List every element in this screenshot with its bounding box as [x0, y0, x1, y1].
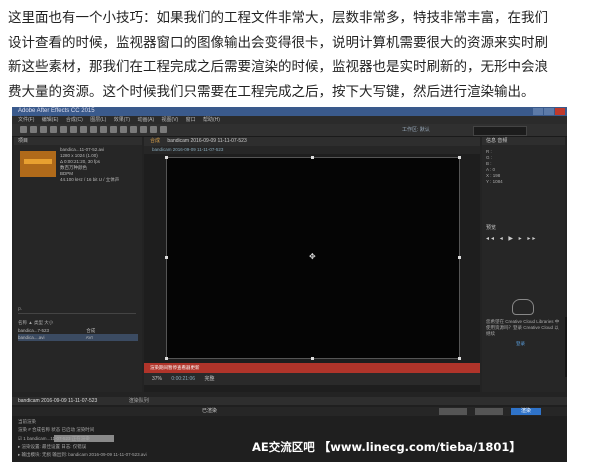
preview-label: 预览	[486, 225, 497, 231]
help-search-input[interactable]	[473, 126, 527, 136]
info-line: Y : 1084	[486, 179, 503, 184]
render-status-bar: 已渲染 渲染	[12, 407, 567, 416]
project-row-type: 合成	[86, 328, 96, 333]
render-status-label: 已渲染	[202, 408, 218, 414]
pause-button[interactable]	[475, 408, 503, 415]
layer-handle[interactable]	[165, 357, 168, 360]
render-row: 渲染 # 合成名称 状态 已启动 渲染时间	[18, 427, 95, 432]
stop-button[interactable]	[439, 408, 467, 415]
watermark: AE交流区吧 【www.linecg.com/tieba/1801】	[252, 440, 521, 454]
window-title: Adobe After Effects CC 2015	[18, 108, 95, 114]
menu-composition[interactable]: 合成(C)	[66, 117, 83, 123]
ae-screenshot: Adobe After Effects CC 2015 文件(F) 编辑(E) …	[12, 107, 567, 462]
info-audio-tabs[interactable]: 信息 音频	[482, 137, 565, 145]
composition-tab-label: 合成	[150, 138, 161, 144]
project-tab[interactable]: 项目	[14, 137, 142, 145]
window-titlebar: Adobe After Effects CC 2015	[12, 107, 567, 116]
project-row-name: bandica....avi	[18, 335, 45, 340]
composition-viewer[interactable]: ✥	[165, 156, 461, 360]
clone-tool-icon[interactable]	[130, 126, 137, 133]
article-line: 费大量的资源。这个时候我们只需要在工程完成之后，按下大写键，然后进行渲染输出。	[8, 83, 535, 100]
menu-window[interactable]: 窗口	[186, 117, 196, 123]
menu-file[interactable]: 文件(F)	[18, 117, 34, 123]
composition-panel: 合成 bandicam 2016-09-09 11-11-07-523 band…	[144, 137, 480, 392]
cc-login-link[interactable]: 登录	[516, 341, 525, 347]
menu-bar: 文件(F) 编辑(E) 合成(C) 图层(L) 效果(T) 动画(A) 视图(V…	[12, 116, 567, 124]
hand-tool-icon[interactable]	[40, 126, 47, 133]
composition-tab-name: bandicam 2016-09-09 11-11-07-523	[167, 138, 247, 144]
composition-breadcrumb: bandicam 2016-09-09 11-11-07-523	[144, 146, 480, 154]
timeline-tabs: bandicam 2016-09-09 11-11-07-523 渲染队列	[12, 397, 567, 405]
render-button[interactable]: 渲染	[511, 408, 541, 415]
render-row[interactable]: ▸ 输出模块: 无损 输出到: bandicam 2016-09-09 11-1…	[18, 451, 147, 458]
project-row[interactable]: bandica...7-523 合成	[18, 327, 138, 334]
close-icon[interactable]	[555, 108, 565, 115]
info-readout: R : G : B : A : 0 X : 198 Y : 1084	[486, 149, 503, 185]
panel-scrollbar[interactable]	[565, 317, 567, 377]
tab-composition[interactable]: bandicam 2016-09-09 11-11-07-523	[18, 398, 97, 404]
article-line: 新这些素材，那我们在工程完成之后需要渲染的时候，监视器也是实时刷新的，无形中会浪	[8, 59, 548, 75]
tools-toolbar: 工作区: 默认	[12, 124, 567, 137]
layer-handle[interactable]	[311, 357, 314, 360]
composition-tab[interactable]: 合成 bandicam 2016-09-09 11-11-07-523	[144, 137, 480, 146]
layer-handle[interactable]	[458, 256, 461, 259]
project-panel: 项目 bandica...11-07-52.avi 1280 x 1024 (1…	[14, 137, 142, 392]
footage-info-line: 44.100 kHz / 16 bit U / 立体声	[60, 177, 120, 182]
menu-layer[interactable]: 图层(L)	[90, 117, 106, 123]
cc-message: 您希望在 Creative Cloud Libraries 中使用资源吗？登录 …	[486, 319, 560, 336]
article-text: 这里面也有一个小技巧：如果我们的工程文件非常大，层数非常多，特技非常丰富，在我们…	[8, 6, 580, 104]
resolution-select[interactable]: 完整	[204, 376, 214, 382]
creative-cloud-icon	[512, 299, 534, 315]
project-search-input[interactable]: ρ.	[18, 305, 136, 314]
layer-handle[interactable]	[458, 156, 461, 159]
project-row-name: bandica...7-523	[18, 328, 50, 333]
anchor-point-icon[interactable]: ✥	[309, 253, 316, 261]
brush-tool-icon[interactable]	[120, 126, 127, 133]
layer-handle[interactable]	[311, 156, 314, 159]
window-controls	[533, 108, 565, 115]
menu-help[interactable]: 帮助(H)	[203, 117, 220, 123]
article-line: 这里面也有一个小技巧：如果我们的工程文件非常大，层数非常多，特技非常丰富，在我们	[8, 10, 548, 26]
minimize-icon[interactable]	[533, 108, 543, 115]
menu-view[interactable]: 视图(V)	[162, 117, 179, 123]
layer-handle[interactable]	[165, 156, 168, 159]
render-queue-panel: bandicam 2016-09-09 11-11-07-523 渲染队列 已渲…	[12, 397, 567, 462]
playback-controls[interactable]: ◂◂ ◂ ▶ ▸ ▸▸	[486, 235, 537, 242]
composition-breadcrumb-name[interactable]: bandicam 2016-09-09 11-11-07-523	[152, 147, 223, 152]
menu-edit[interactable]: 编辑(E)	[42, 117, 59, 123]
article-line: 设计查看的时候，监视器窗口的图像输出会变得很卡，说明计算机需要很大的资源来实时刷	[8, 34, 548, 51]
selection-tool-icon[interactable]	[30, 126, 37, 133]
viewer-controls: 37% 0:00:21:06 完整	[144, 373, 480, 385]
layer-handle[interactable]	[165, 256, 168, 259]
pan-behind-tool-icon[interactable]	[80, 126, 87, 133]
workspace-selector[interactable]: 工作区: 默认	[402, 126, 430, 133]
maximize-icon[interactable]	[544, 108, 554, 115]
render-row[interactable]: ▸ 渲染设置: 最佳设置 日志: 仅错误	[18, 443, 86, 450]
zoom-level[interactable]: 37%	[152, 376, 162, 382]
puppet-tool-icon[interactable]	[160, 126, 167, 133]
roto-brush-tool-icon[interactable]	[150, 126, 157, 133]
text-tool-icon[interactable]	[110, 126, 117, 133]
render-row[interactable]: ☑ 1 bandicam...11-07-523 正在渲染	[18, 435, 90, 442]
home-icon[interactable]	[20, 126, 27, 133]
project-column-headers: 名称 ▲ 类型 大小	[18, 320, 54, 325]
camera-tool-icon[interactable]	[70, 126, 77, 133]
zoom-tool-icon[interactable]	[50, 126, 57, 133]
project-row[interactable]: bandica....avi AVI	[18, 334, 138, 341]
project-row-type: AVI	[85, 335, 93, 340]
footage-thumbnail	[20, 151, 56, 177]
menu-effect[interactable]: 效果(T)	[114, 117, 130, 123]
rectangle-tool-icon[interactable]	[90, 126, 97, 133]
menu-animation[interactable]: 动画(A)	[137, 117, 154, 123]
pen-tool-icon[interactable]	[100, 126, 107, 133]
footage-info: bandica...11-07-52.avi 1280 x 1024 (1.00…	[60, 147, 119, 183]
tab-render-queue[interactable]: 渲染队列	[129, 398, 149, 404]
current-timecode[interactable]: 0:00:21:06	[171, 376, 195, 382]
render-row: 当前渲染	[18, 419, 36, 424]
right-panel: 信息 音频 R : G : B : A : 0 X : 198 Y : 1084…	[482, 137, 565, 392]
render-warning-bar: 渲染期间暂停查看器更新	[144, 363, 480, 373]
rotate-tool-icon[interactable]	[60, 126, 67, 133]
eraser-tool-icon[interactable]	[140, 126, 147, 133]
layer-handle[interactable]	[458, 357, 461, 360]
